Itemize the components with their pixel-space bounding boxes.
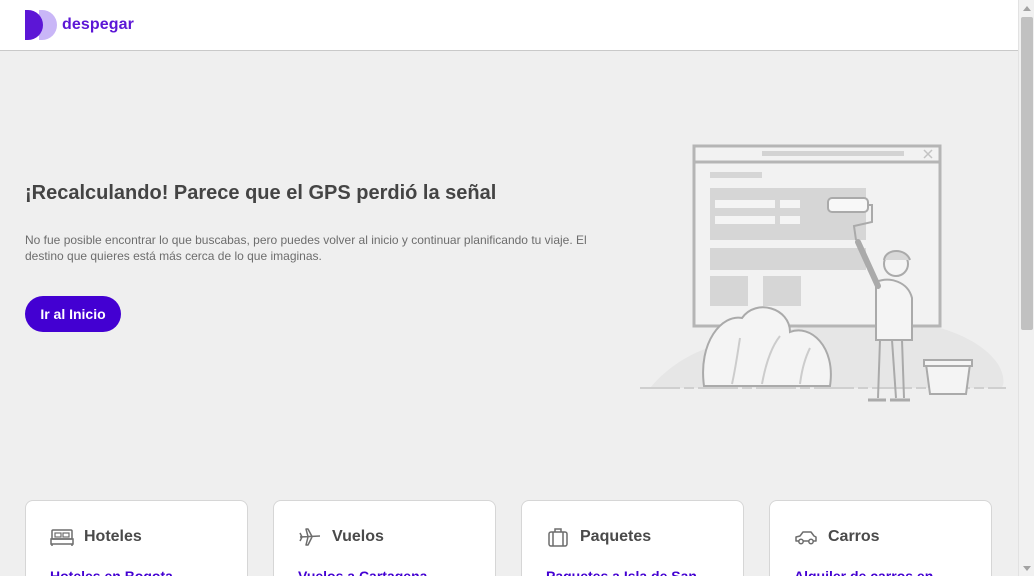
plane-icon	[299, 528, 321, 546]
site-header: despegar	[0, 0, 1018, 51]
card-hoteles[interactable]: Hoteles Hoteles en Bogota	[25, 500, 248, 576]
card-vuelos[interactable]: Vuelos Vuelos a Cartagena	[273, 500, 496, 576]
page-scrollbar[interactable]	[1018, 0, 1034, 576]
card-paquetes[interactable]: Paquetes Paquetes a Isla de San	[521, 500, 744, 576]
scrollbar-thumb[interactable]	[1021, 17, 1033, 330]
logo-text: despegar	[62, 16, 134, 33]
despegar-logo[interactable]: despegar	[25, 10, 134, 40]
despegar-logo-icon	[25, 10, 57, 40]
page-title: ¡Recalculando! Parece que el GPS perdió …	[25, 182, 497, 204]
go-home-button[interactable]: Ir al Inicio	[25, 296, 121, 332]
painter-illustration	[640, 144, 1006, 402]
card-title: Paquetes	[580, 528, 652, 545]
card-link[interactable]: Paquetes a Isla de San	[546, 568, 697, 576]
scroll-down-arrow-icon[interactable]	[1019, 560, 1034, 576]
card-link[interactable]: Alquiler de carros en	[794, 568, 933, 576]
page-description: No fue posible encontrar lo que buscabas…	[25, 233, 587, 263]
card-link[interactable]: Hoteles en Bogota	[50, 568, 173, 576]
card-title: Carros	[828, 528, 880, 545]
car-icon	[795, 531, 817, 545]
card-carros[interactable]: Carros Alquiler de carros en	[769, 500, 992, 576]
suitcase-icon	[548, 528, 568, 547]
bed-icon	[50, 529, 74, 546]
card-link[interactable]: Vuelos a Cartagena	[298, 568, 427, 576]
scroll-up-arrow-icon[interactable]	[1019, 0, 1034, 16]
card-title: Hoteles	[84, 528, 142, 545]
card-title: Vuelos	[332, 528, 384, 545]
suggestions-cards: Hoteles Hoteles en Bogota Vuelos Vuelos …	[25, 500, 992, 576]
